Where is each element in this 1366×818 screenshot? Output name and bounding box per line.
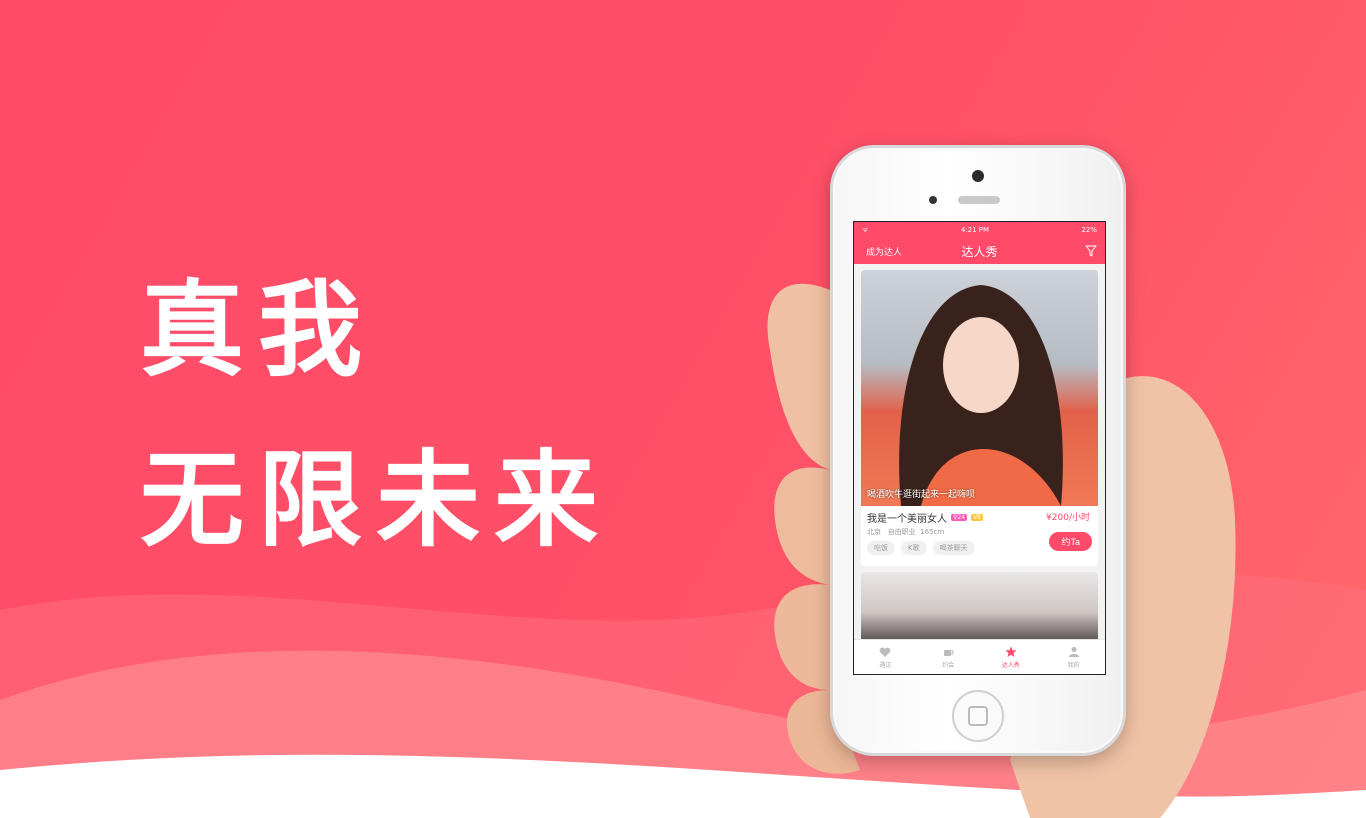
- coffee-icon: [944, 649, 954, 656]
- tag-item: 喝茶聊天: [932, 541, 975, 555]
- portrait-placeholder: [899, 285, 1063, 506]
- status-time: 4:21 PM: [960, 226, 990, 234]
- tag-item: K歌: [901, 541, 927, 555]
- filter-icon[interactable]: [1085, 245, 1097, 257]
- level-badge: V8: [971, 514, 983, 521]
- home-square-icon: [968, 706, 988, 726]
- profile-photo[interactable]: 喝酒吹牛逛街起来一起嗨呗: [861, 270, 1098, 506]
- photo-caption: 喝酒吹牛逛街起来一起嗨呗: [867, 490, 976, 500]
- become-expert-link[interactable]: 成为达人: [866, 245, 902, 258]
- tab-date[interactable]: 约会: [917, 640, 980, 674]
- nav-bar: 成为达人 达人秀: [854, 238, 1105, 264]
- tab-label: 约会: [942, 661, 955, 669]
- height: 165cm: [920, 528, 945, 536]
- phone-screen: ᯤ 4:21 PM 22% 成为达人 达人秀 喝酒吹牛逛街起来一起嗨呗 我是一个…: [853, 221, 1106, 675]
- location: 北京: [867, 528, 881, 536]
- hand-illustration: [767, 283, 1236, 818]
- tab-expert-show[interactable]: 达人秀: [980, 640, 1043, 674]
- profile-card[interactable]: 喝酒吹牛逛街起来一起嗨呗 我是一个美丽女人 ♀24 V8 ¥200/小时 北京 …: [861, 270, 1098, 566]
- tab-bar: 遇见 约会 达人秀 我的: [854, 639, 1105, 674]
- status-bar: ᯤ 4:21 PM 22%: [854, 222, 1105, 238]
- tag-item: 吃饭: [867, 541, 895, 555]
- hourly-price: ¥200/小时: [1046, 513, 1090, 523]
- signal-icon: ᯤ: [862, 225, 869, 234]
- speaker-grille: [958, 196, 1000, 204]
- job: 自由职业: [887, 528, 916, 536]
- tab-label: 达人秀: [1001, 661, 1020, 669]
- tab-label: 我的: [1067, 661, 1080, 669]
- profile-name: 我是一个美丽女人: [867, 514, 947, 525]
- home-button[interactable]: [952, 690, 1004, 742]
- front-camera-icon: [972, 170, 984, 182]
- battery-status: 22%: [1081, 226, 1097, 234]
- age-badge: ♀24: [951, 514, 968, 521]
- book-button[interactable]: 约Ta: [1049, 532, 1092, 551]
- person-icon: [1068, 646, 1079, 657]
- heart-icon: [879, 647, 891, 657]
- profile-info: 我是一个美丽女人 ♀24 V8 ¥200/小时 北京 自由职业 165cm 吃饭…: [861, 506, 1098, 566]
- sensor-icon: [929, 196, 937, 204]
- tab-meet[interactable]: 遇见: [854, 640, 917, 674]
- phone-frame: ᯤ 4:21 PM 22% 成为达人 达人秀 喝酒吹牛逛街起来一起嗨呗 我是一个…: [830, 145, 1126, 756]
- tab-mine[interactable]: 我的: [1042, 640, 1105, 674]
- page-title: 达人秀: [961, 244, 998, 259]
- star-icon: [1005, 646, 1017, 657]
- tab-label: 遇见: [879, 661, 892, 669]
